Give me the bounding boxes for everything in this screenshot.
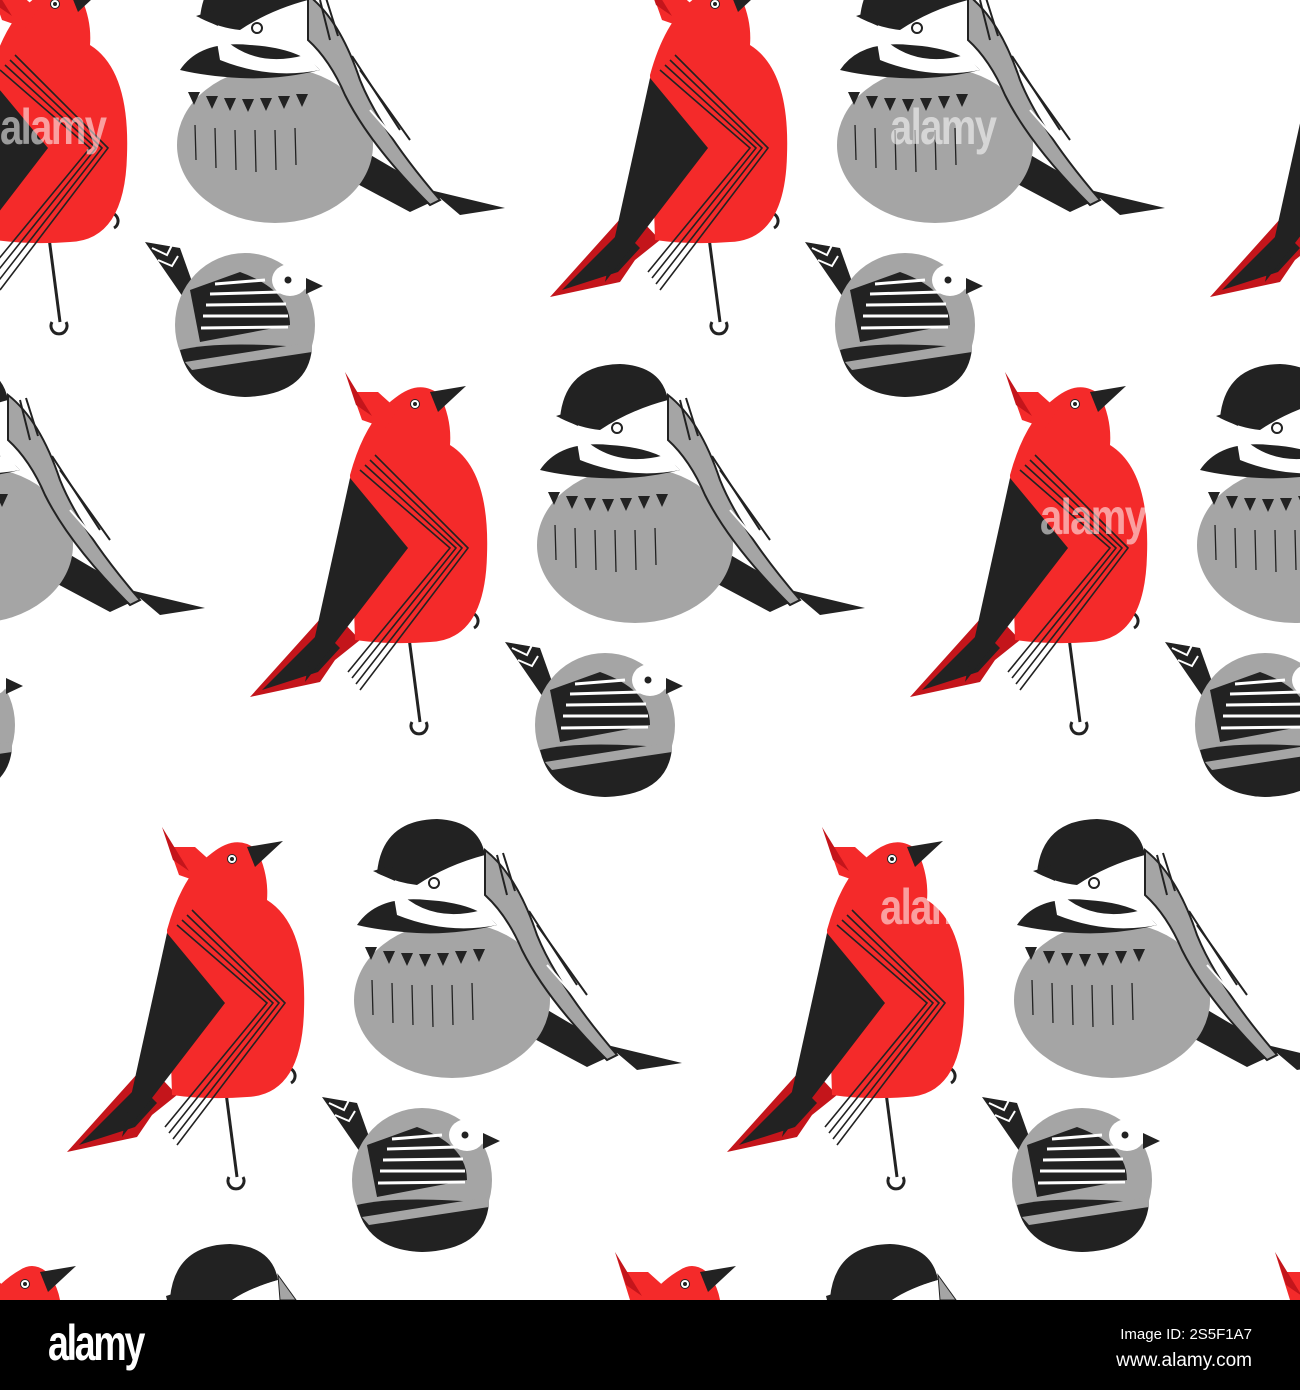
- image-id: Image ID: 2S5F1A7: [1120, 1326, 1252, 1343]
- alamy-logo: alamy: [48, 1315, 145, 1371]
- footer-bar: alamy Image ID: 2S5F1A7 www.alamy.com: [0, 1300, 1300, 1390]
- bird-pattern-illustration: [0, 0, 1300, 1300]
- site-url: www.alamy.com: [1116, 1350, 1252, 1371]
